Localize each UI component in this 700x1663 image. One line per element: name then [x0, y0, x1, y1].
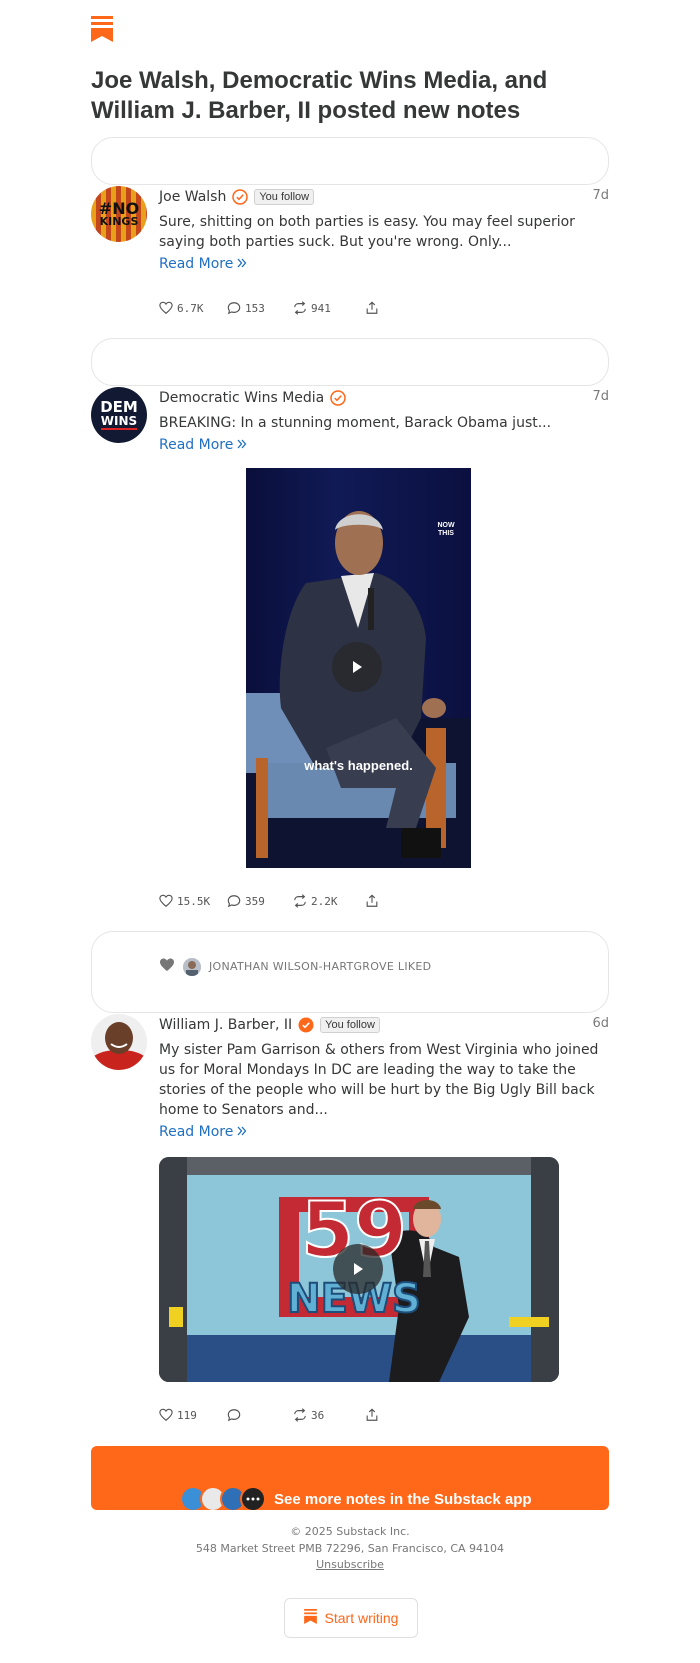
chevrons-right-icon	[237, 256, 247, 272]
app-cta-button[interactable]: See more notes in the Substack app	[91, 1446, 609, 1510]
chevrons-right-icon	[237, 437, 247, 453]
chevrons-right-icon	[237, 1124, 247, 1140]
read-more-label: Read More	[159, 256, 234, 272]
restack-button[interactable]: 941	[293, 301, 365, 315]
note-card-header	[91, 137, 609, 185]
footer-copyright: © 2025 Substack Inc.	[290, 1525, 410, 1538]
comment-icon	[227, 1409, 241, 1422]
note-actions: 119 36	[159, 1408, 379, 1422]
restack-count: 2.2K	[311, 894, 338, 908]
avatar[interactable]: #NO KINGS	[91, 186, 147, 242]
note-text: My sister Pam Garrison & others from Wes…	[159, 1042, 599, 1118]
share-icon	[366, 301, 378, 314]
note-content: Joe Walsh You follow 7d Sure, shitting o…	[159, 186, 609, 273]
like-button[interactable]: 15.5K	[159, 894, 227, 908]
share-button[interactable]	[365, 1408, 379, 1422]
play-button[interactable]	[333, 1244, 383, 1294]
heart-icon	[159, 1408, 173, 1421]
restack-icon	[294, 301, 306, 315]
restack-count: 941	[311, 301, 331, 315]
share-icon	[366, 1408, 378, 1421]
restack-icon	[294, 894, 306, 908]
restack-count: 36	[311, 1408, 325, 1422]
like-count: 119	[177, 1408, 197, 1422]
avatar[interactable]: DEM WINS	[91, 387, 147, 443]
comment-icon	[227, 895, 241, 908]
avatar-text: WINS	[100, 414, 138, 430]
avatar-text: KINGS	[99, 214, 139, 228]
like-button[interactable]: 119	[159, 1408, 227, 1422]
restack-icon	[294, 1408, 306, 1422]
you-follow-badge: You follow	[254, 189, 315, 205]
comment-count: 153	[245, 301, 265, 315]
note-william-barber[interactable]: William J. Barber, II You follow 6d My s…	[91, 1014, 609, 1144]
read-more-label: Read More	[159, 437, 234, 453]
comment-button[interactable]: 359	[227, 894, 293, 908]
play-button[interactable]	[332, 642, 382, 692]
timestamp: 7d	[592, 188, 609, 203]
verified-icon	[298, 1017, 314, 1033]
substack-logo-icon	[303, 1609, 317, 1627]
like-button[interactable]: 6.7K	[159, 301, 227, 315]
note-text: Sure, shitting on both parties is easy. …	[159, 214, 575, 250]
restack-button[interactable]: 2.2K	[293, 894, 365, 908]
author-name[interactable]: William J. Barber, II	[159, 1017, 292, 1033]
avatar-text: DEM	[100, 398, 138, 416]
video-player[interactable]: NOW THIS what's happened.	[246, 468, 471, 868]
verified-icon	[330, 390, 346, 406]
liked-by-label[interactable]: JONATHAN WILSON-HARTGROVE LIKED	[209, 960, 431, 973]
video-caption: what's happened.	[304, 758, 413, 773]
note-card-header	[91, 338, 609, 386]
share-button[interactable]	[365, 301, 379, 315]
verified-icon	[232, 189, 249, 205]
video-watermark: NOW THIS	[437, 522, 455, 537]
like-count: 15.5K	[177, 894, 211, 908]
page-title: Joe Walsh, Democratic Wins Media, and Wi…	[91, 67, 548, 124]
note-actions: 6.7K 153 941	[159, 301, 379, 315]
avatar[interactable]	[183, 957, 201, 976]
author-name[interactable]: Joe Walsh	[159, 189, 226, 205]
you-follow-badge: You follow	[320, 1017, 380, 1033]
timestamp: 7d	[592, 389, 609, 404]
start-writing-label: Start writing	[324, 1610, 399, 1626]
restack-button[interactable]: 36	[293, 1408, 365, 1422]
more-icon	[240, 1486, 266, 1510]
read-more-link[interactable]: Read More	[159, 437, 247, 453]
share-button[interactable]	[365, 894, 379, 908]
cta-content: See more notes in the Substack app	[180, 1486, 532, 1510]
unsubscribe-link[interactable]: Unsubscribe	[0, 1557, 700, 1573]
video-player[interactable]: 59 NEWS	[159, 1157, 559, 1382]
comment-icon	[227, 302, 241, 315]
heart-icon	[159, 301, 173, 314]
play-icon	[354, 1263, 363, 1275]
share-icon	[366, 894, 378, 907]
like-count: 6.7K	[177, 301, 204, 315]
avatar[interactable]	[91, 1014, 147, 1070]
note-content: Democratic Wins Media 7d BREAKING: In a …	[159, 387, 609, 454]
note-content: William J. Barber, II You follow 6d My s…	[159, 1014, 609, 1141]
note-actions: 15.5K 359 2.2K	[159, 894, 379, 908]
comment-button[interactable]: 153	[227, 301, 293, 315]
liked-by-row: JONATHAN WILSON-HARTGROVE LIKED	[159, 957, 431, 976]
read-more-link[interactable]: Read More	[159, 256, 247, 272]
comment-button[interactable]	[227, 1408, 293, 1422]
start-writing-button[interactable]: Start writing	[284, 1598, 418, 1638]
read-more-label: Read More	[159, 1124, 234, 1140]
author-name[interactable]: Democratic Wins Media	[159, 390, 324, 406]
footer-address: 548 Market Street PMB 72296, San Francis…	[195, 1542, 505, 1555]
note-text: BREAKING: In a stunning moment, Barack O…	[159, 415, 552, 431]
substack-logo-icon[interactable]	[91, 16, 113, 42]
note-joe-walsh[interactable]: #NO KINGS Joe Walsh You follow 7d Sure, …	[91, 186, 609, 272]
heart-icon	[159, 894, 173, 907]
comment-count: 359	[245, 894, 265, 908]
play-icon	[353, 661, 362, 673]
read-more-link[interactable]: Read More	[159, 1124, 247, 1140]
avatar-text: #NO	[98, 198, 140, 218]
timestamp: 6d	[592, 1016, 609, 1031]
note-democratic-wins-media[interactable]: DEM WINS Democratic Wins Media 7d BREAKI…	[91, 387, 609, 457]
cta-label: See more notes in the Substack app	[274, 1490, 532, 1508]
heart-filled-icon	[159, 957, 175, 976]
